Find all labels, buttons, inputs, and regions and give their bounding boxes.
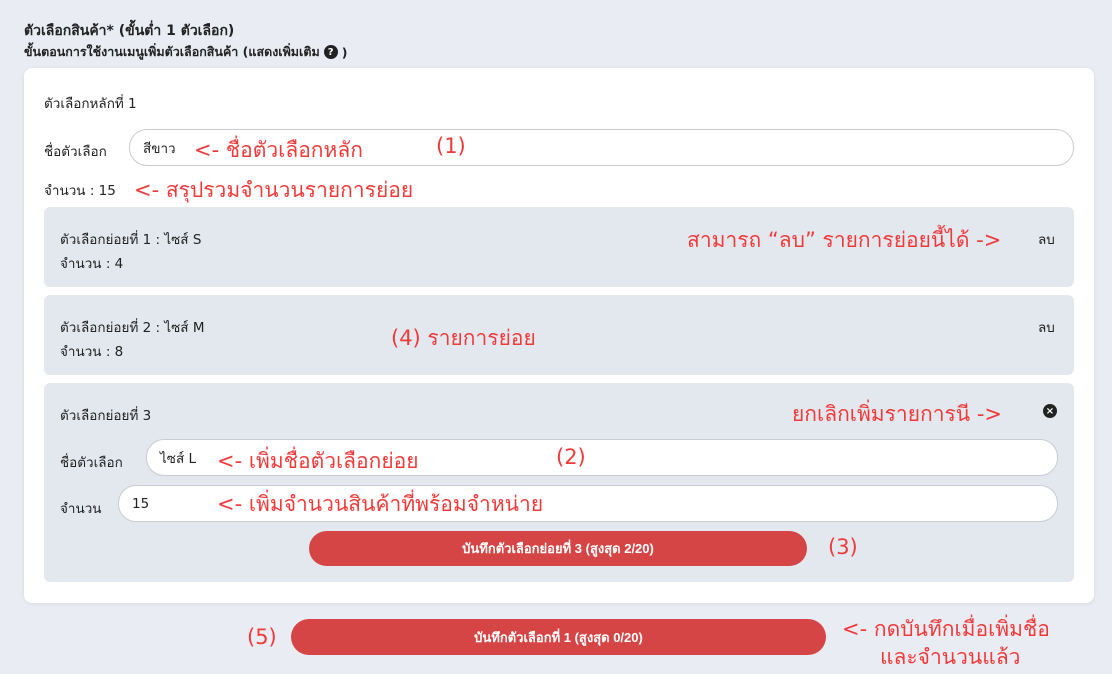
annotation-main-name: <- ชื่อตัวเลือกหลัก (194, 138, 363, 162)
annotation-sub-name: <- เพิ่มชื่อตัวเลือกย่อย (217, 449, 419, 473)
cancel-sub-option-icon[interactable]: × (1043, 404, 1057, 418)
annotation-num-5: (5) (247, 625, 277, 649)
sub-option-name-label: ชื่อตัวเลือก (60, 455, 123, 471)
annotation-sub-qty: <- เพิ่มจำนวนสินค้าที่พร้อมจำหน่าย (217, 492, 544, 516)
save-main-option-button[interactable]: บันทึกตัวเลือกที่ 1 (สูงสุด 0/20) (291, 619, 826, 655)
annotation-num-2: (2) (556, 445, 586, 469)
save-sub-option-button[interactable]: บันทึกตัวเลือกย่อยที่ 3 (สูงสุด 2/20) (309, 531, 807, 566)
sub-option-1-quantity: จำนวน : 4 (60, 256, 124, 272)
main-option-name-value: สีขาว (143, 140, 176, 157)
sub-option-3-title: ตัวเลือกย่อยที่ 3 (60, 408, 152, 424)
section-subtitle: ขั้นตอนการใช้งานเมนูเพิ่มตัวเลือกสินค้า … (24, 42, 347, 62)
subtitle-text: ขั้นตอนการใช้งานเมนูเพิ่มตัวเลือกสินค้า … (24, 44, 320, 59)
annotation-save-hint-line2: และจำนวนแล้ว (880, 645, 1021, 669)
sub-option-1-delete-button[interactable]: ลบ (1038, 228, 1055, 250)
sub-option-1: ตัวเลือกย่อยที่ 1 : ไซส์ S จำนวน : 4 สาม… (44, 207, 1074, 287)
sub-option-name-value: ไซส์ L (160, 450, 197, 467)
annotation-num-1: (1) (436, 134, 466, 158)
annotation-num-3: (3) (828, 535, 858, 559)
sub-option-2: ตัวเลือกย่อยที่ 2 : ไซส์ M จำนวน : 8 (4)… (44, 295, 1074, 375)
annotation-cancel-hint: ยกเลิกเพิ่มรายการนี -> (792, 402, 1003, 426)
subtitle-end: ) (341, 44, 348, 60)
help-icon[interactable]: ? (323, 45, 338, 59)
sub-option-qty-value: 15 (132, 495, 150, 512)
main-option-quantity: จำนวน : 15 (44, 183, 116, 199)
annotation-sub-items: (4) รายการย่อย (391, 326, 536, 350)
annotation-summary: <- สรุปรวมจำนวนรายการย่อย (134, 178, 414, 202)
sub-option-3-editor: ตัวเลือกย่อยที่ 3 ยกเลิกเพิ่มรายการนี ->… (44, 383, 1074, 582)
sub-option-2-delete-button[interactable]: ลบ (1038, 316, 1055, 338)
main-option-heading: ตัวเลือกหลักที่ 1 (44, 96, 137, 112)
sub-option-2-title: ตัวเลือกย่อยที่ 2 : ไซส์ M (60, 320, 205, 336)
section-title: ตัวเลือกสินค้า* (ขั้นต่ำ 1 ตัวเลือก) (24, 23, 235, 39)
main-option-card: ตัวเลือกหลักที่ 1 ชื่อตัวเลือก สีขาว <- … (24, 68, 1094, 603)
sub-option-2-quantity: จำนวน : 8 (60, 344, 124, 360)
main-option-name-label: ชื่อตัวเลือก (44, 144, 107, 160)
sub-option-1-title: ตัวเลือกย่อยที่ 1 : ไซส์ S (60, 232, 202, 248)
sub-option-qty-label: จำนวน (60, 501, 102, 517)
annotation-delete-hint: สามารถ “ลบ” รายการย่อยนี้ได้ -> (687, 228, 1002, 252)
